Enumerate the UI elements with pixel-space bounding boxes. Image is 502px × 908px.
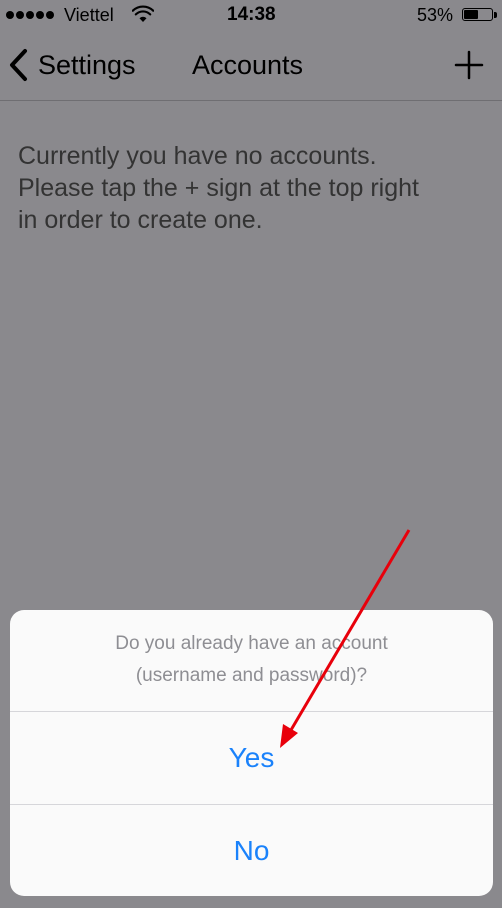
carrier-name: Viettel <box>64 5 114 25</box>
action-sheet: Do you already have an account (username… <box>10 610 493 896</box>
action-sheet-message: Do you already have an account (username… <box>10 610 493 712</box>
back-button[interactable]: Settings <box>8 48 136 82</box>
chevron-left-icon <box>10 49 27 81</box>
page-title: Accounts <box>192 50 304 80</box>
battery-percentage: 53% <box>417 5 454 25</box>
back-button-label: Settings <box>38 49 136 80</box>
navigation-bar: Settings Accounts <box>0 32 502 101</box>
signal-dots-icon <box>6 11 54 19</box>
battery-tip <box>494 12 497 18</box>
empty-state-message: Currently you have no accounts. Please t… <box>18 142 419 234</box>
clock: 14:38 <box>227 4 276 25</box>
plus-icon[interactable] <box>454 50 484 80</box>
no-button[interactable]: No <box>10 804 493 896</box>
status-bar: Viettel 14:38 53% <box>0 0 502 32</box>
wifi-icon <box>132 5 154 22</box>
yes-button[interactable]: Yes <box>10 712 493 804</box>
battery-icon <box>462 8 493 21</box>
